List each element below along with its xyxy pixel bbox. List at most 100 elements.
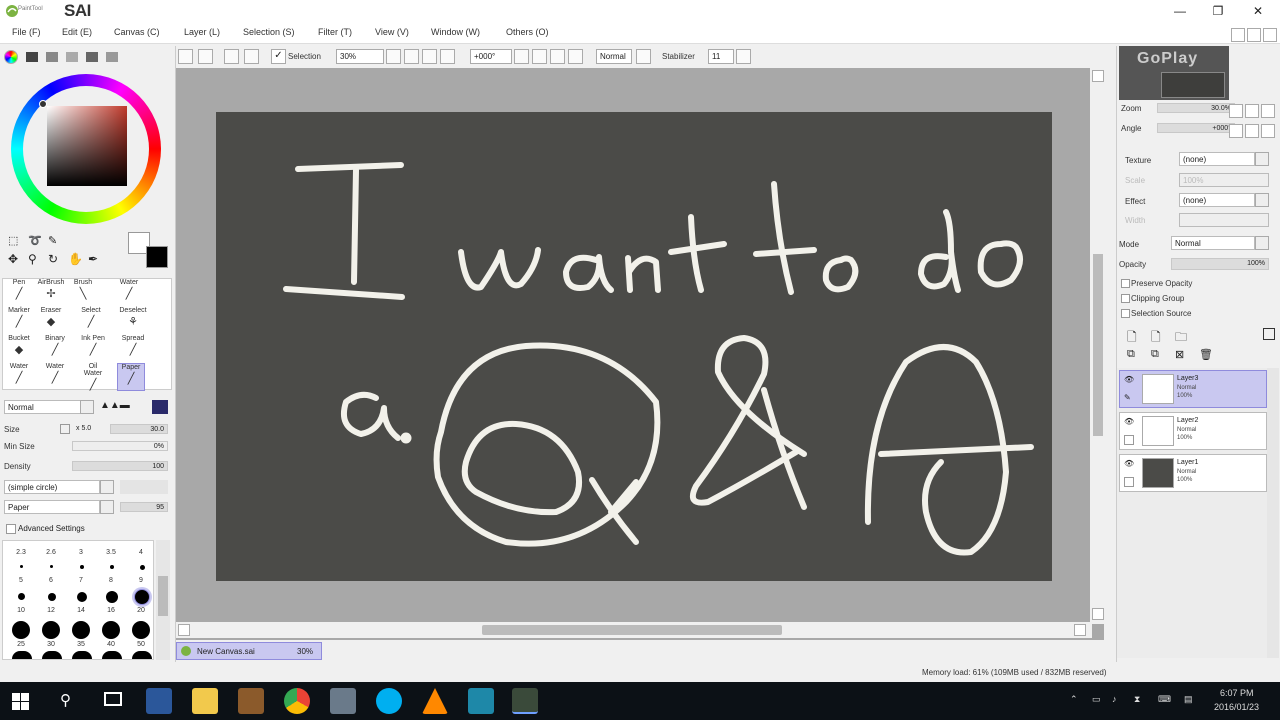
skype-icon[interactable] (376, 688, 402, 714)
effect-select[interactable]: (none) (1179, 193, 1255, 207)
sai-taskbar-icon[interactable] (512, 688, 538, 714)
texture-select[interactable]: (none) (1179, 152, 1255, 166)
tray-battery-icon[interactable]: ▭ (1092, 694, 1101, 705)
tool-spread[interactable]: Spread ╱ (119, 335, 147, 363)
zoom-reset-button[interactable] (440, 49, 455, 64)
layer-lock-pencil-icon[interactable]: ✎ (1124, 393, 1131, 402)
size-preset-dot[interactable] (42, 621, 60, 639)
size-slider[interactable]: 30.0 (110, 424, 168, 434)
horizontal-scroll-thumb[interactable] (482, 625, 782, 635)
hsv-slider-tab-icon[interactable] (46, 52, 58, 62)
toolbar-button-4[interactable] (244, 49, 259, 64)
layer-item-layer1[interactable]: 👁 Layer1 Normal 100% (1119, 454, 1267, 492)
tool-binary[interactable]: Binary ╱ (41, 335, 69, 363)
delete-layer-icon[interactable]: 🗑 (1199, 348, 1213, 361)
blend-mode-dropdown[interactable] (80, 400, 94, 414)
navigator-preview[interactable]: GoPlay (1119, 46, 1229, 100)
size-preset-dot[interactable] (42, 651, 62, 659)
scroll-up-arrow[interactable] (1092, 70, 1104, 82)
merge-down-icon[interactable]: ⧉ (1151, 348, 1159, 361)
tray-volume-icon[interactable]: ♪ (1112, 694, 1117, 704)
menu-layer[interactable]: Layer (L) (184, 27, 220, 37)
rotate-right-button[interactable] (550, 49, 565, 64)
hand-icon[interactable]: ✋ (68, 252, 83, 266)
tool-water[interactable]: Water ╱ (115, 279, 143, 307)
layer-visibility-eye-icon[interactable]: 👁 (1124, 417, 1134, 426)
brush-size-scrollbar[interactable] (156, 540, 170, 660)
zoom-in-button[interactable] (422, 49, 437, 64)
brush-shape-flat-icon[interactable] (152, 400, 168, 414)
stabilizer-dropdown[interactable] (736, 49, 751, 64)
saturation-value-square[interactable] (47, 106, 127, 186)
app-icon[interactable] (238, 688, 264, 714)
clipping-group-checkbox[interactable] (1121, 294, 1130, 303)
nav-button[interactable] (1263, 28, 1277, 42)
color-wheel-tab-icon[interactable] (4, 50, 18, 64)
tool-paper[interactable]: Paper ╱ (117, 363, 145, 391)
swatches-tab-icon[interactable] (66, 52, 78, 62)
foreground-color-swatch[interactable] (146, 246, 168, 268)
layer-lock-checkbox[interactable] (1124, 435, 1134, 445)
clear-layer-icon[interactable]: ⊠ (1175, 348, 1184, 361)
vertical-scroll-thumb[interactable] (1093, 254, 1103, 436)
tool-brush[interactable]: Brush ╲ (69, 279, 97, 307)
zoom-icon[interactable]: ⚲ (28, 252, 37, 266)
size-preset-dot[interactable] (12, 651, 32, 659)
vlc-icon[interactable] (422, 688, 448, 714)
nav-zoom-out[interactable] (1229, 104, 1243, 118)
menu-file[interactable]: File (F) (12, 27, 41, 37)
pin-tab-icon[interactable] (106, 52, 118, 62)
size-preset-dot-selected[interactable] (134, 589, 150, 605)
size-preset-dot[interactable] (72, 621, 90, 639)
size-preset-dot[interactable] (132, 651, 152, 659)
vertical-scrollbar[interactable] (1090, 68, 1106, 624)
tool-deselect[interactable]: Deselect ⚘ (119, 307, 147, 335)
size-lock-checkbox[interactable] (60, 424, 70, 434)
scroll-right-arrow[interactable] (1074, 624, 1086, 636)
copy-layer-icon[interactable]: ⧉ (1127, 348, 1135, 361)
menu-filter[interactable]: Filter (T) (318, 27, 352, 37)
stabilizer-field[interactable]: 11 (708, 49, 734, 64)
nav-zoom-in[interactable] (1245, 104, 1259, 118)
tool-water-3[interactable]: Water ╱ (41, 363, 69, 391)
brush-shape-strength[interactable] (120, 480, 168, 494)
clock-time[interactable]: 6:07 PM (1220, 688, 1254, 698)
angle-field[interactable]: +000° (470, 49, 512, 64)
file-explorer-icon[interactable] (192, 688, 218, 714)
size-preset-dot[interactable] (132, 621, 150, 639)
layer-panel-menu-icon[interactable] (1263, 328, 1275, 340)
menu-view[interactable]: View (V) (375, 27, 409, 37)
rotate-left-button[interactable] (532, 49, 547, 64)
move-icon[interactable]: ✥ (8, 252, 18, 266)
show-desktop-button[interactable] (1268, 686, 1276, 716)
rgb-slider-tab-icon[interactable] (26, 52, 38, 62)
toolbar-button-3[interactable] (224, 49, 239, 64)
toolbar-button-1[interactable] (178, 49, 193, 64)
nav-button[interactable] (1247, 28, 1261, 42)
brush-size-scroll-thumb[interactable] (158, 576, 168, 616)
angle-dropdown[interactable] (514, 49, 529, 64)
layer-item-layer3[interactable]: 👁 ✎ Layer3 Normal 100% (1119, 370, 1267, 408)
size-preset-dot[interactable] (110, 565, 114, 569)
rotate-reset-button[interactable] (568, 49, 583, 64)
tray-network-icon[interactable]: ⧗ (1134, 694, 1140, 705)
layer-list-scrollbar[interactable] (1267, 368, 1279, 658)
tray-chevron-icon[interactable]: ⌃ (1070, 694, 1078, 705)
size-preset-dot[interactable] (50, 565, 53, 568)
nav-rotate-right[interactable] (1245, 124, 1259, 138)
size-preset-dot[interactable] (20, 565, 23, 568)
density-slider[interactable]: 100 (72, 461, 168, 471)
texture-dropdown[interactable] (1255, 152, 1269, 166)
brush-shape-icons[interactable]: ▲▲▬ (100, 400, 130, 411)
document-tab[interactable]: New Canvas.sai 30% (176, 642, 322, 660)
size-preset-dot[interactable] (102, 651, 122, 659)
tray-language-icon[interactable]: ⌨ (1158, 694, 1171, 705)
lasso-icon[interactable]: ➰ (28, 234, 42, 247)
zoom-out-button[interactable] (404, 49, 419, 64)
size-preset-dot[interactable] (102, 621, 120, 639)
task-view-icon[interactable] (104, 692, 122, 706)
word-app-icon[interactable] (146, 688, 172, 714)
app-icon[interactable] (330, 688, 356, 714)
layer-visibility-eye-icon[interactable]: 👁 (1124, 459, 1134, 468)
tool-ink-pen[interactable]: Ink Pen ╱ (79, 335, 107, 363)
